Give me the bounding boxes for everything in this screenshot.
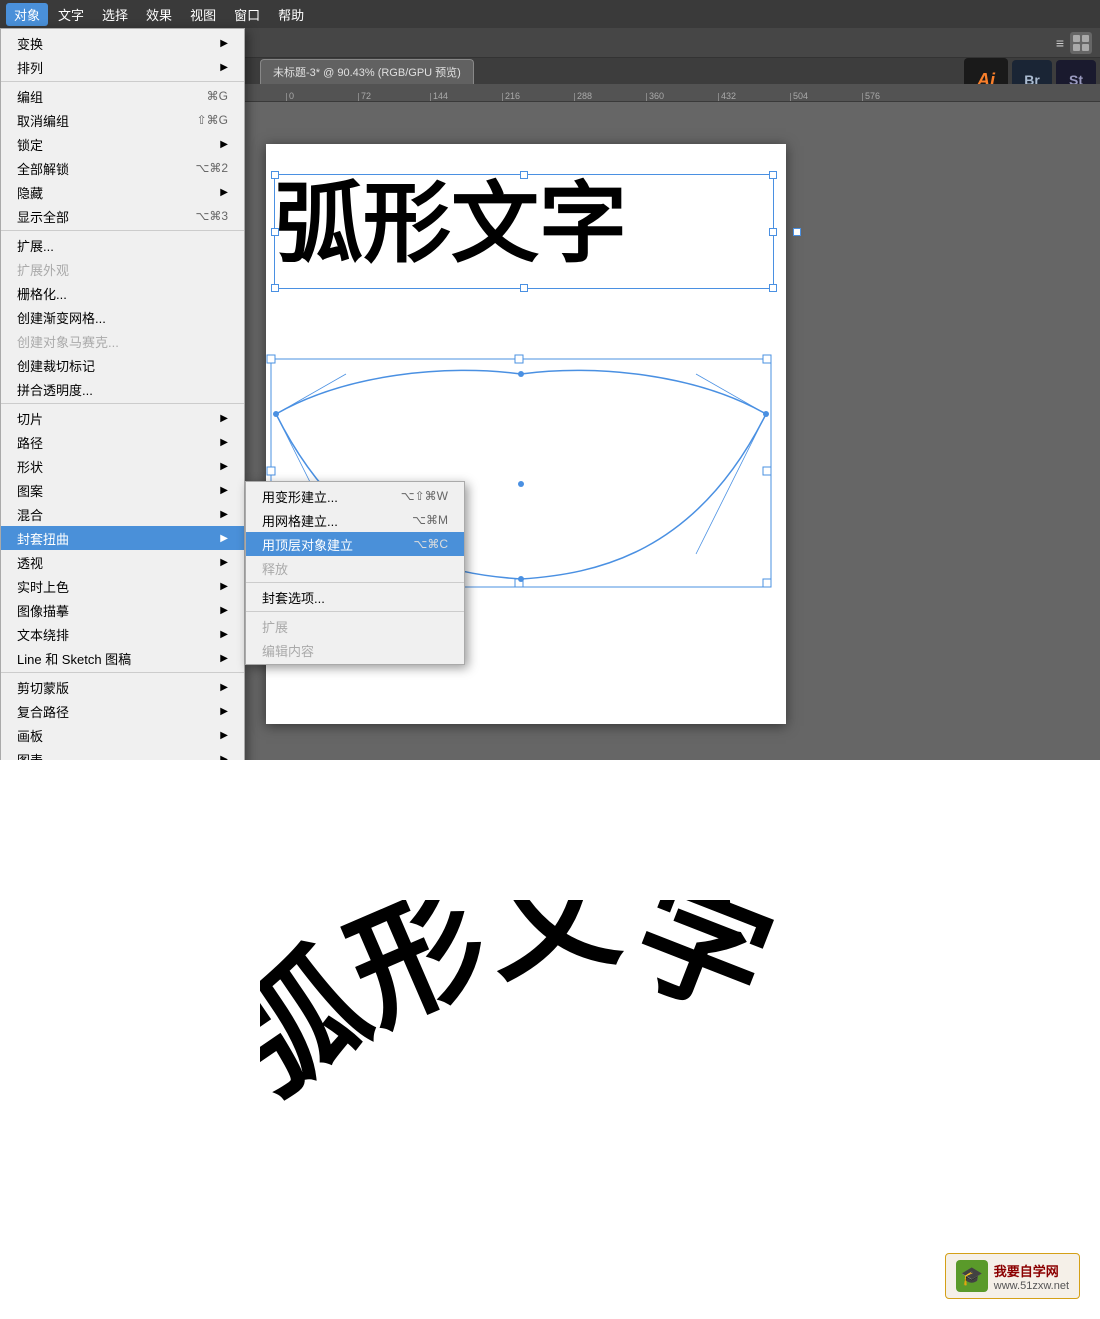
watermark-url: www.51zxw.net bbox=[994, 1280, 1069, 1292]
menu-row-lock[interactable]: 锁定 ▶ bbox=[1, 132, 244, 156]
menu-row-live-paint[interactable]: 实时上色 ▶ bbox=[1, 574, 244, 598]
menu-help[interactable]: 帮助 bbox=[270, 3, 312, 26]
handle-tr[interactable] bbox=[769, 171, 777, 179]
submenu-section-3: 扩展 编辑内容 bbox=[246, 612, 464, 664]
menu-row-chart[interactable]: 图表 ▶ bbox=[1, 747, 244, 760]
svg-text:弧形文字: 弧形文字 bbox=[260, 900, 789, 1121]
ruler-mark-360: 360 bbox=[646, 93, 718, 101]
ruler-mark-288: 288 bbox=[574, 93, 646, 101]
watermark: 🎓 我要自学网 www.51zxw.net bbox=[945, 1253, 1080, 1299]
submenu-row-release[interactable]: 释放 bbox=[246, 556, 464, 580]
handle-bm[interactable] bbox=[520, 284, 528, 292]
menu-row-path[interactable]: 路径 ▶ bbox=[1, 430, 244, 454]
menu-row-show-all[interactable]: 显示全部 ⌥⌘3 bbox=[1, 204, 244, 228]
menu-row-gradient-mesh[interactable]: 创建渐变网格... bbox=[1, 305, 244, 329]
canvas-artwork-text: 弧形文字 bbox=[275, 180, 627, 268]
menu-select[interactable]: 选择 bbox=[94, 3, 136, 26]
ruler-mark-216: 216 bbox=[502, 93, 574, 101]
menu-row-pattern[interactable]: 图案 ▶ bbox=[1, 478, 244, 502]
menu-row-expand-appearance[interactable]: 扩展外观 bbox=[1, 257, 244, 281]
toolbar-right: ≡ bbox=[1056, 32, 1092, 54]
menu-bar: 对象 文字 选择 效果 视图 窗口 帮助 bbox=[0, 0, 1100, 28]
ruler-mark-504: 504 bbox=[790, 93, 862, 101]
menu-row-artboard[interactable]: 画板 ▶ bbox=[1, 723, 244, 747]
menu-row-hide[interactable]: 隐藏 ▶ bbox=[1, 180, 244, 204]
menu-effect[interactable]: 效果 bbox=[138, 3, 180, 26]
menu-section-2: 编组 ⌘G 取消编组 ⇧⌘G 锁定 ▶ 全部解锁 ⌥⌘2 隐藏 ▶ 显示全部 ⌥… bbox=[1, 82, 244, 231]
ruler-mark-432: 432 bbox=[718, 93, 790, 101]
handle-mr-ext[interactable] bbox=[793, 228, 801, 236]
menu-row-ungroup[interactable]: 取消编组 ⇧⌘G bbox=[1, 108, 244, 132]
menu-row-group[interactable]: 编组 ⌘G bbox=[1, 84, 244, 108]
submenu-row-expand[interactable]: 扩展 bbox=[246, 614, 464, 638]
menu-section-4: 切片 ▶ 路径 ▶ 形状 ▶ 图案 ▶ 混合 ▶ 封套扭曲 ▶ bbox=[1, 404, 244, 673]
dropdown-menu: 变换 ▶ 排列 ▶ 编组 ⌘G 取消编组 ⇧⌘G 锁定 ▶ 全部解锁 bbox=[0, 28, 245, 760]
menu-row-unlock-all[interactable]: 全部解锁 ⌥⌘2 bbox=[1, 156, 244, 180]
menu-row-line-sketch[interactable]: Line 和 Sketch 图稿 ▶ bbox=[1, 646, 244, 670]
menu-row-envelope[interactable]: 封套扭曲 ▶ bbox=[1, 526, 244, 550]
doc-tab[interactable]: 未标题-3* @ 90.43% (RGB/GPU 预览) bbox=[260, 59, 474, 84]
illustrator-ui: 对象 文字 选择 效果 视图 窗口 帮助 不透明度: 100% ▼ ⊙ 对齐 变… bbox=[0, 0, 1100, 760]
submenu-envelope: 用变形建立... ⌥⇧⌘W 用网格建立... ⌥⌘M 用顶层对象建立 ⌥⌘C 释… bbox=[245, 481, 465, 665]
panel-menu-icon[interactable]: ≡ bbox=[1056, 35, 1064, 51]
menu-row-transform[interactable]: 变换 ▶ bbox=[1, 31, 244, 55]
watermark-text: 我要自学网 www.51zxw.net bbox=[994, 1261, 1069, 1292]
menu-section-5: 剪切蒙版 ▶ 复合路径 ▶ 画板 ▶ 图表 ▶ bbox=[1, 673, 244, 760]
menu-row-shape[interactable]: 形状 ▶ bbox=[1, 454, 244, 478]
menu-row-expand[interactable]: 扩展... bbox=[1, 233, 244, 257]
submenu-row-mesh[interactable]: 用网格建立... ⌥⌘M bbox=[246, 508, 464, 532]
menu-row-slice[interactable]: 切片 ▶ bbox=[1, 406, 244, 430]
watermark-icon: 🎓 bbox=[956, 1260, 988, 1292]
menu-row-mosaic[interactable]: 创建对象马赛克... bbox=[1, 329, 244, 353]
menu-row-crop-marks[interactable]: 创建裁切标记 bbox=[1, 353, 244, 377]
menu-object[interactable]: 对象 bbox=[6, 3, 48, 26]
menu-row-rasterize[interactable]: 栅格化... bbox=[1, 281, 244, 305]
menu-row-clipping-mask[interactable]: 剪切蒙版 ▶ bbox=[1, 675, 244, 699]
bottom-section: 弧形文字 🎓 我要自学网 www.51zxw.net bbox=[0, 760, 1100, 1319]
submenu-row-edit-content[interactable]: 编辑内容 bbox=[246, 638, 464, 662]
arc-text-svg: 弧形文字 bbox=[260, 900, 880, 1200]
menu-row-perspective[interactable]: 透视 ▶ bbox=[1, 550, 244, 574]
ruler-mark-144: 144 bbox=[430, 93, 502, 101]
watermark-site-name: 我要自学网 bbox=[994, 1261, 1069, 1280]
arc-text-demo-container: 弧形文字 bbox=[260, 900, 860, 1200]
menu-view[interactable]: 视图 bbox=[182, 3, 224, 26]
menu-section-3: 扩展... 扩展外观 栅格化... 创建渐变网格... 创建对象马赛克... 创… bbox=[1, 231, 244, 404]
submenu-section-1: 用变形建立... ⌥⇧⌘W 用网格建立... ⌥⌘M 用顶层对象建立 ⌥⌘C 释… bbox=[246, 482, 464, 583]
submenu-section-2: 封套选项... bbox=[246, 583, 464, 612]
menu-row-text-wrap[interactable]: 文本绕排 ▶ bbox=[1, 622, 244, 646]
submenu-row-warp[interactable]: 用变形建立... ⌥⇧⌘W bbox=[246, 484, 464, 508]
submenu-row-options[interactable]: 封套选项... bbox=[246, 585, 464, 609]
watermark-emoji: 🎓 bbox=[961, 1266, 983, 1287]
menu-text[interactable]: 文字 bbox=[50, 3, 92, 26]
ruler-mark-72: 72 bbox=[358, 93, 430, 101]
selection-bounding-box: 弧形文字 bbox=[274, 174, 774, 289]
handle-bl[interactable] bbox=[271, 284, 279, 292]
menu-row-blend[interactable]: 混合 ▶ bbox=[1, 502, 244, 526]
arrange-panels-icon[interactable] bbox=[1070, 32, 1092, 54]
ruler-marks: 0 72 144 216 288 360 432 504 576 bbox=[286, 84, 934, 101]
handle-mr[interactable] bbox=[769, 228, 777, 236]
menu-window[interactable]: 窗口 bbox=[226, 3, 268, 26]
submenu-row-top-object[interactable]: 用顶层对象建立 ⌥⌘C bbox=[246, 532, 464, 556]
menu-section-1: 变换 ▶ 排列 ▶ bbox=[1, 29, 244, 82]
menu-row-image-trace[interactable]: 图像描摹 ▶ bbox=[1, 598, 244, 622]
ruler-mark-576: 576 bbox=[862, 93, 934, 101]
menu-row-flatten[interactable]: 拼合透明度... bbox=[1, 377, 244, 401]
menu-row-compound-path[interactable]: 复合路径 ▶ bbox=[1, 699, 244, 723]
handle-br[interactable] bbox=[769, 284, 777, 292]
menu-row-arrange[interactable]: 排列 ▶ bbox=[1, 55, 244, 79]
ruler-mark-0: 0 bbox=[286, 93, 358, 101]
